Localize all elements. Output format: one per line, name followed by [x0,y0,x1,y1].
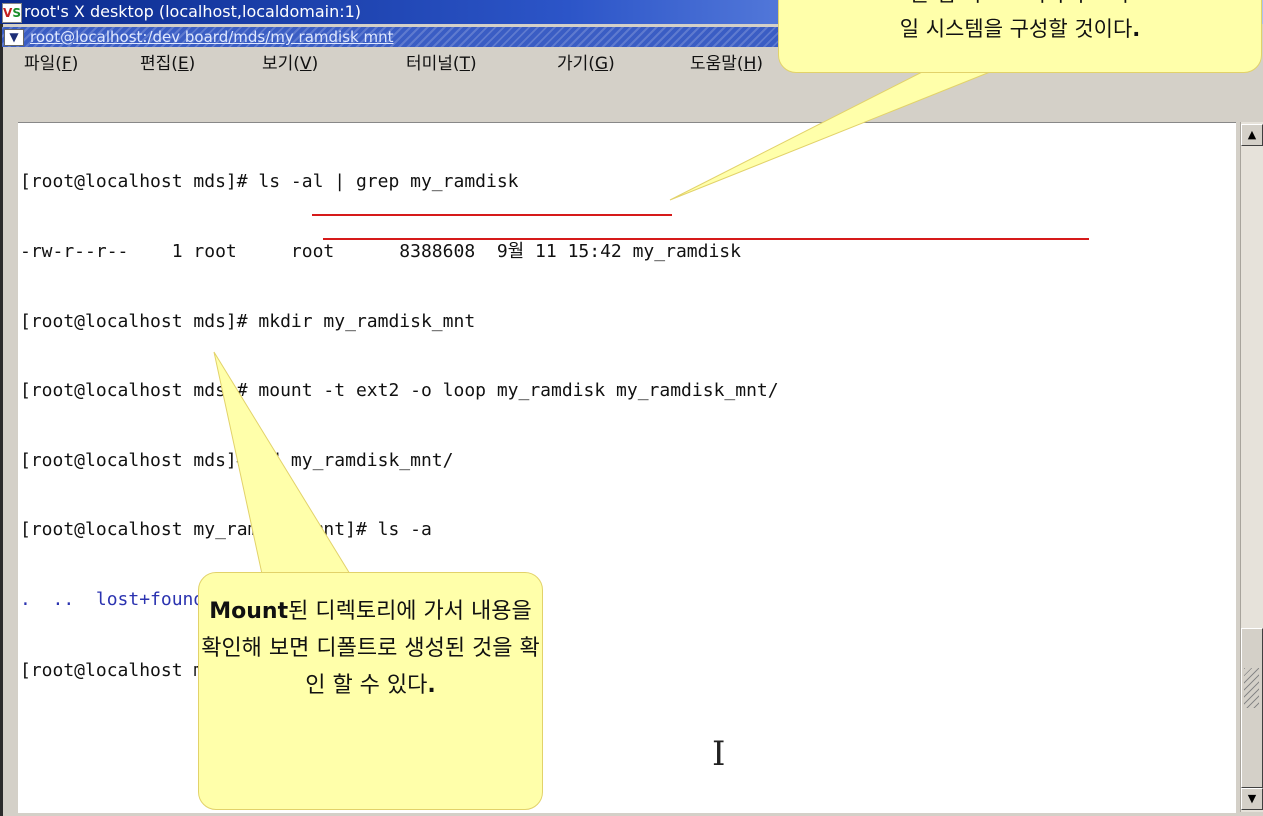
scroll-up-arrow-icon[interactable]: ▲ [1241,124,1263,146]
terminal-line: -rw-r--r-- 1 root root 8388608 9월 11 15:… [20,241,741,262]
menu-view[interactable]: 보기(V) [262,49,318,79]
callout-top-line1: 을 램 디스크 디바이스 파 [779,0,1261,12]
menu-go[interactable]: 가기(G) [557,49,615,79]
directory-lost-found: lost+found [95,588,205,610]
callout-bottom: Mount된 디렉토리에 가서 내용을 확인해 보면 디폴트로 생성된 것을 확… [198,572,543,810]
listing-dots: . .. [20,588,96,610]
outer-window-title: root's X desktop (localhost,localdomain:… [24,2,362,21]
terminal-line: [root@localhost mds]# ls -al | grep my_r… [20,171,519,193]
terminal-line: [root@localhost mds]# mount -t ext2 -o l… [20,380,779,402]
terminal-window-title: root@localhost:/dev board/mds/my ramdisk… [30,28,394,46]
menu-edit[interactable]: 편집(E) [140,49,195,79]
mkdir-underline [312,214,672,216]
scroll-down-arrow-icon[interactable]: ▼ [1241,788,1263,810]
vnc-logo-icon: VS [2,3,22,23]
terminal-line: [root@localhost mds]# mkdir my_ramdisk_m… [20,310,476,332]
menu-terminal[interactable]: 터미널(T) [406,49,477,79]
menu-help[interactable]: 도움말(H) [690,49,763,79]
callout-top-period: . [1132,17,1141,41]
callout-top-line2: 일 시스템을 구성할 것이다 [899,17,1133,41]
ibeam-cursor-icon: I [712,734,726,774]
callout-top: 을 램 디스크 디바이스 파 일 시스템을 구성할 것이다. [778,0,1262,73]
callout-bottom-period: . [427,673,436,698]
terminal-line: [root@localhost mds]# cd my_ramdisk_mnt/ [20,449,454,471]
scrollbar-grip-icon [1244,668,1259,708]
callout-bottom-bold: Mount [209,599,289,624]
scrollbar-thumb[interactable] [1241,628,1263,788]
menu-file[interactable]: 파일(F) [24,49,78,79]
window-menu-chevron-icon[interactable]: ▼ [4,29,24,46]
mount-underline [323,238,1089,240]
terminal-line: [root@localhost my_ramdisk_mnt]# ls -a [20,519,432,541]
